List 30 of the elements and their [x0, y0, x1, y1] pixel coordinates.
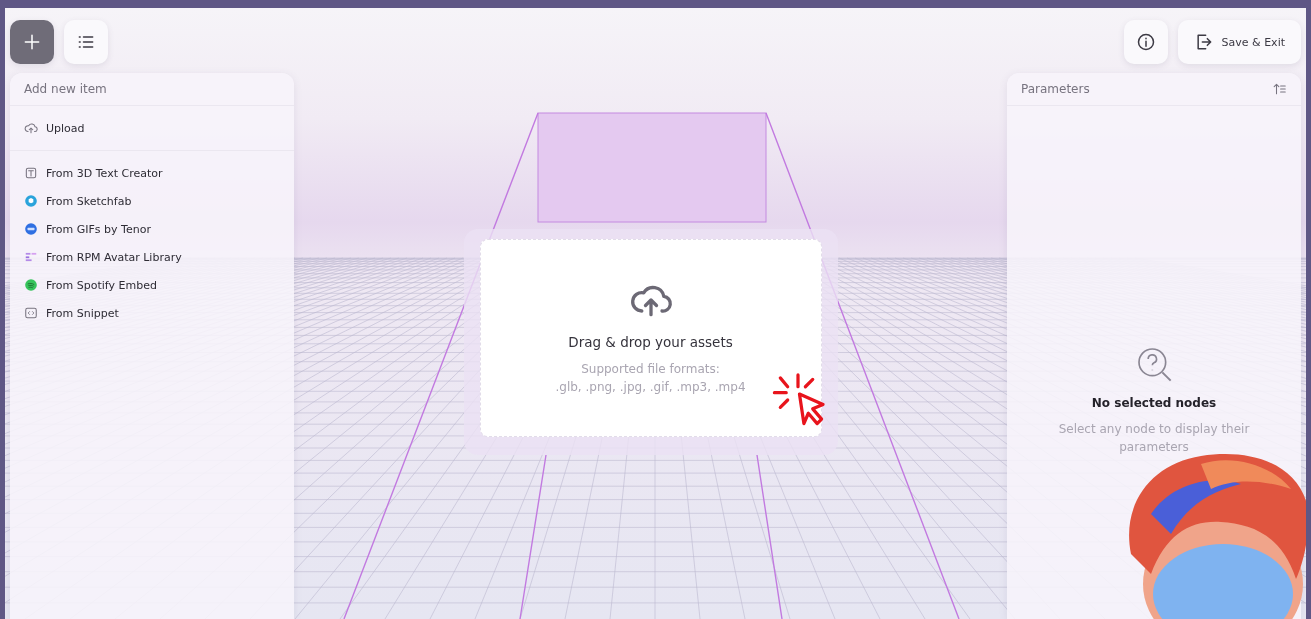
panel-title: Parameters [1021, 82, 1090, 96]
menu-item[interactable]: From GIFs by Tenor [10, 215, 294, 243]
empty-title: No selected nodes [1091, 396, 1217, 410]
list-button[interactable] [64, 20, 108, 64]
empty-text: Select any node to display their parameters [1057, 421, 1251, 456]
drop-zone[interactable]: Drag & drop your assets Supported file formats: .glb, .png, .jpg, .gif, .mp3, .mp4 [479, 239, 822, 437]
menu-item[interactable]: From Snippet [10, 299, 294, 327]
upload-icon [24, 121, 38, 135]
menu-item[interactable]: From 3D Text Creator [10, 159, 294, 187]
sort-icon [1273, 82, 1287, 96]
menu-item[interactable]: From RPM Avatar Library [10, 243, 294, 271]
gif-logo-icon [24, 222, 38, 236]
sort-button[interactable] [1273, 82, 1287, 96]
music-logo-icon [24, 278, 38, 292]
formats-text: .glb, .png, .jpg, .gif, .mp3, .mp4 [555, 379, 746, 396]
formats-label: Supported file formats: [581, 361, 720, 378]
add-button[interactable] [10, 20, 54, 64]
menu-item[interactable]: From Sketchfab [10, 187, 294, 215]
text-icon [24, 166, 38, 180]
blocks-logo-icon [24, 250, 38, 264]
panel-title: Add new item [10, 73, 294, 106]
plus-icon [22, 32, 42, 52]
code-icon [24, 306, 38, 320]
save-exit-button[interactable]: Save & Exit [1177, 20, 1301, 64]
info-icon [1135, 32, 1156, 52]
menu-item[interactable]: Upload [10, 114, 294, 142]
menu-item[interactable]: From Spotify Embed [10, 271, 294, 299]
cube-logo-icon [24, 194, 38, 208]
drop-title: Drag & drop your assets [568, 334, 733, 350]
info-button[interactable] [1123, 20, 1168, 64]
